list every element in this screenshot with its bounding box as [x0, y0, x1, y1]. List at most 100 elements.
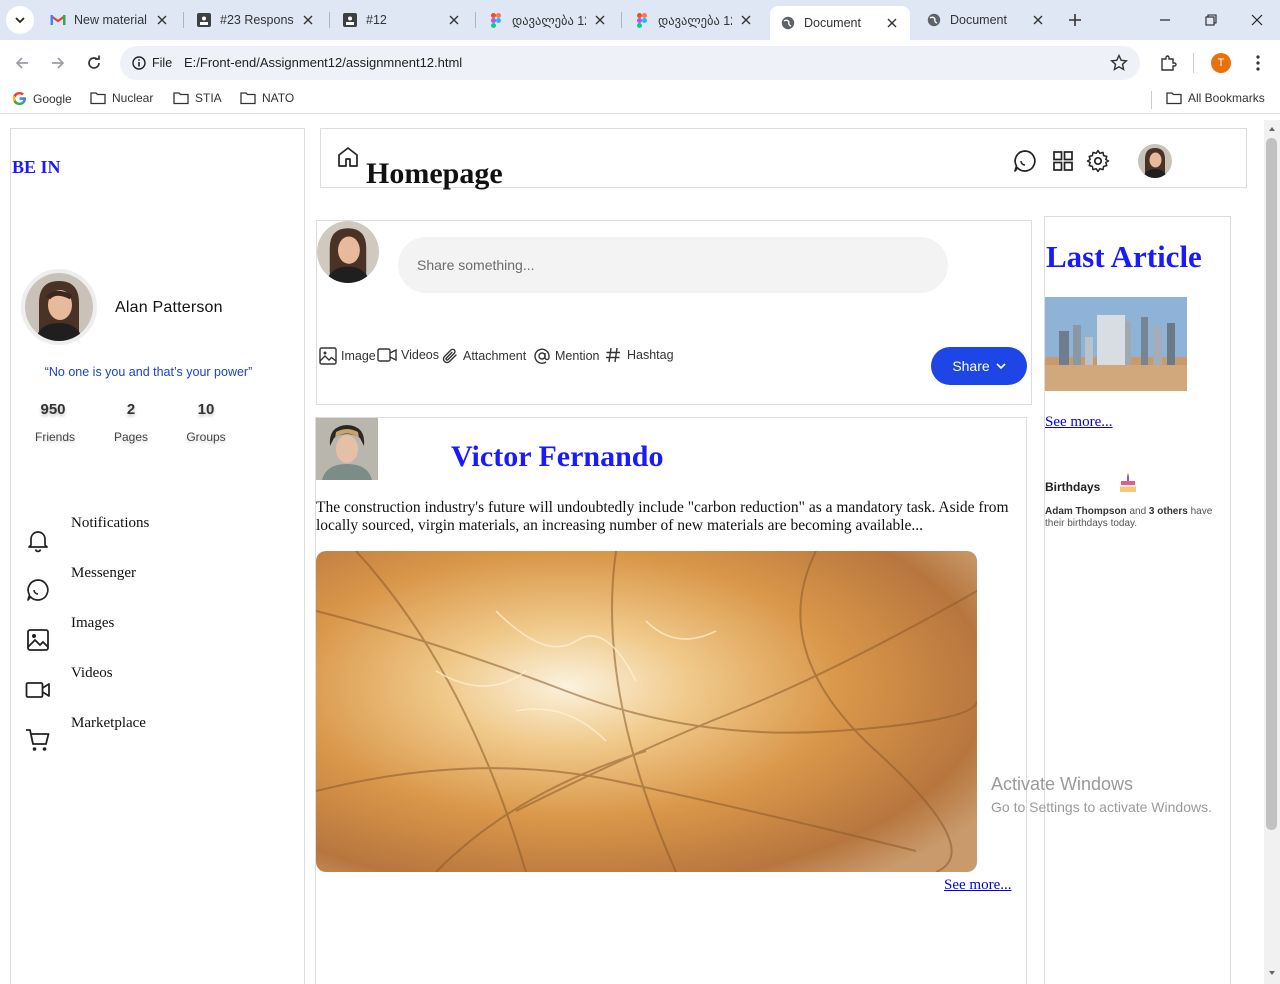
tab-title: New material	[74, 13, 147, 27]
back-button[interactable]	[10, 51, 34, 75]
attach-videos[interactable]: Videos	[377, 347, 439, 363]
attach-image[interactable]: Image	[319, 347, 376, 365]
tab-document-active[interactable]: Document	[770, 6, 910, 40]
toolbar-separator	[1193, 53, 1194, 73]
all-bookmarks[interactable]: All Bookmarks	[1166, 91, 1265, 105]
minimize-button[interactable]	[1153, 8, 1177, 32]
activate-windows-watermark: Activate Windows Go to Settings to activ…	[991, 774, 1212, 815]
hashtag-icon	[606, 347, 620, 363]
forward-button[interactable]	[46, 51, 70, 75]
post-body-text: The construction industry's future will …	[316, 499, 1009, 534]
address-bar[interactable]: File E:/Front-end/Assignment12/assignmne…	[120, 46, 1140, 80]
close-icon[interactable]	[884, 15, 900, 31]
close-icon[interactable]	[1030, 12, 1046, 28]
stat-label: Friends	[35, 430, 76, 444]
header-avatar[interactable]	[1138, 144, 1172, 178]
globe-icon	[926, 12, 942, 28]
arrow-right-icon	[52, 57, 65, 69]
bookmark-nato[interactable]: NATO	[240, 91, 294, 105]
post-image[interactable]	[316, 551, 977, 872]
tab-separator	[183, 12, 184, 28]
browser-menu-button[interactable]	[1246, 51, 1270, 75]
bookmarks-bar: Google Nuclear STIA NATO All Bookmarks	[0, 86, 1280, 114]
stat-groups[interactable]: 10 Groups	[183, 401, 229, 444]
bell-icon	[28, 531, 48, 553]
stat-label: Groups	[186, 430, 226, 444]
close-icon[interactable]	[738, 12, 754, 28]
cart-icon	[26, 729, 50, 751]
tab-figma-1[interactable]: დავალება 12	[478, 4, 618, 36]
tab-responsive[interactable]: #23 Responsiv	[186, 4, 326, 36]
stat-value: 10	[197, 401, 215, 418]
post-see-more-link[interactable]: See more...	[944, 877, 1011, 894]
profile-button[interactable]: T	[1211, 53, 1231, 73]
tab-document[interactable]: Document	[916, 4, 1056, 36]
watermark-line-2: Go to Settings to activate Windows.	[991, 799, 1212, 815]
extensions-button[interactable]	[1156, 51, 1180, 75]
globe-icon	[780, 15, 796, 31]
close-icon[interactable]	[154, 12, 170, 28]
tab-12[interactable]: #12	[332, 4, 472, 36]
reload-button[interactable]	[82, 51, 106, 75]
new-tab-button[interactable]	[1064, 9, 1086, 31]
birthday-person[interactable]: Adam Thompson	[1045, 506, 1127, 517]
composer-avatar[interactable]	[317, 221, 379, 283]
url-text[interactable]: E:/Front-end/Assignment12/assignmnent12.…	[184, 55, 462, 70]
tab-separator	[329, 12, 330, 28]
attach-hashtag[interactable]: Hashtag	[605, 347, 674, 363]
bookmark-nuclear[interactable]: Nuclear	[90, 91, 153, 105]
site-logo[interactable]: BE IN	[12, 157, 61, 178]
gear-icon[interactable]	[1086, 149, 1110, 173]
tab-search-button[interactable]	[6, 6, 34, 34]
slides-icon	[196, 12, 212, 28]
share-button[interactable]: Share	[931, 347, 1027, 385]
close-icon[interactable]	[300, 12, 316, 28]
close-icon[interactable]	[592, 12, 608, 28]
stat-pages[interactable]: 2 Pages	[113, 401, 149, 444]
window-close-button[interactable]	[1245, 8, 1269, 32]
attach-attachment[interactable]: Attachment	[441, 347, 526, 365]
birthday-and: and	[1129, 506, 1147, 517]
tab-gmail[interactable]: New material	[40, 4, 180, 36]
profile-avatar[interactable]	[21, 269, 97, 345]
browser-toolbar: File E:/Front-end/Assignment12/assignmne…	[0, 40, 1280, 86]
birthdays-title: Birthdays	[1045, 480, 1101, 494]
profile-name[interactable]: Alan Patterson	[115, 299, 223, 317]
page-title: Homepage	[366, 157, 503, 190]
minimize-icon	[1160, 19, 1170, 21]
stat-value: 950	[40, 401, 66, 418]
restore-button[interactable]	[1199, 8, 1223, 32]
site-info-chip[interactable]: File	[126, 50, 180, 76]
scrollbar-thumb[interactable]	[1266, 138, 1277, 830]
attach-mention[interactable]: Mention	[533, 347, 599, 365]
birthday-others[interactable]: 3 others	[1149, 506, 1188, 517]
bookmark-label: Nuclear	[112, 91, 154, 105]
birthdays-text: Adam Thompson and 3 others have their bi…	[1045, 506, 1225, 530]
info-icon	[132, 56, 146, 70]
sidebar-item-label: Messenger	[71, 565, 136, 581]
watermark-line-1: Activate Windows	[991, 774, 1134, 794]
tab-separator	[621, 12, 622, 28]
gmail-icon	[50, 12, 66, 28]
close-icon[interactable]	[446, 12, 462, 28]
bookmark-stia[interactable]: STIA	[173, 91, 222, 105]
share-input[interactable]	[398, 237, 948, 293]
home-icon[interactable]	[336, 145, 360, 169]
post-author-name[interactable]: Victor Fernando	[451, 440, 663, 474]
article-see-more-link[interactable]: See more...	[1045, 414, 1112, 431]
bookmark-google[interactable]: Google	[12, 91, 72, 106]
scroll-down-icon	[1269, 971, 1275, 975]
right-sidebar: Last Article See more... Birthdays Adam …	[1044, 216, 1231, 984]
attach-label: Videos	[401, 348, 439, 362]
cake-icon	[1120, 473, 1136, 492]
chat-icon[interactable]	[1013, 149, 1037, 173]
stat-friends[interactable]: 950 Friends	[35, 401, 76, 444]
bookmark-label: NATO	[262, 91, 295, 105]
tab-figma-2[interactable]: დავალება 12	[624, 4, 764, 36]
tab-title: Document	[950, 13, 1007, 27]
bookmark-star-icon[interactable]	[1110, 54, 1128, 72]
post-author-avatar[interactable]	[316, 418, 378, 480]
chevron-down-icon	[996, 363, 1006, 370]
grid-icon[interactable]	[1051, 149, 1075, 173]
article-image[interactable]	[1045, 297, 1187, 391]
